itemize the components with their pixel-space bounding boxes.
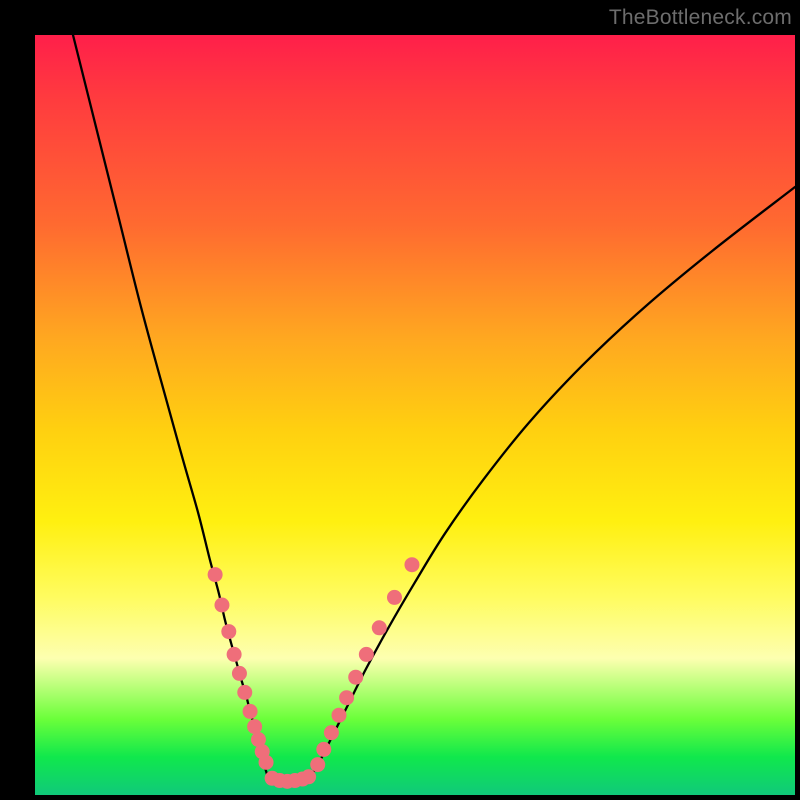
data-point: [243, 704, 258, 719]
scatter-dots: [208, 557, 420, 789]
data-point: [387, 590, 402, 605]
data-point: [208, 567, 223, 582]
plot-area: [35, 35, 795, 795]
curve-right: [311, 187, 795, 776]
watermark-text: TheBottleneck.com: [609, 6, 792, 30]
data-point: [372, 620, 387, 635]
data-point: [324, 725, 339, 740]
data-point: [221, 624, 236, 639]
data-point: [310, 757, 325, 772]
data-point: [339, 690, 354, 705]
data-point: [359, 647, 374, 662]
data-point: [301, 769, 316, 784]
data-point: [332, 708, 347, 723]
data-point: [227, 647, 242, 662]
data-point: [404, 557, 419, 572]
data-point: [348, 670, 363, 685]
data-point: [247, 719, 262, 734]
data-point: [214, 598, 229, 613]
data-point: [316, 742, 331, 757]
data-point: [259, 755, 274, 770]
chart-frame: TheBottleneck.com: [0, 0, 800, 800]
data-point: [232, 666, 247, 681]
data-point: [237, 685, 252, 700]
curve-left: [73, 35, 268, 776]
chart-svg: [35, 35, 795, 795]
